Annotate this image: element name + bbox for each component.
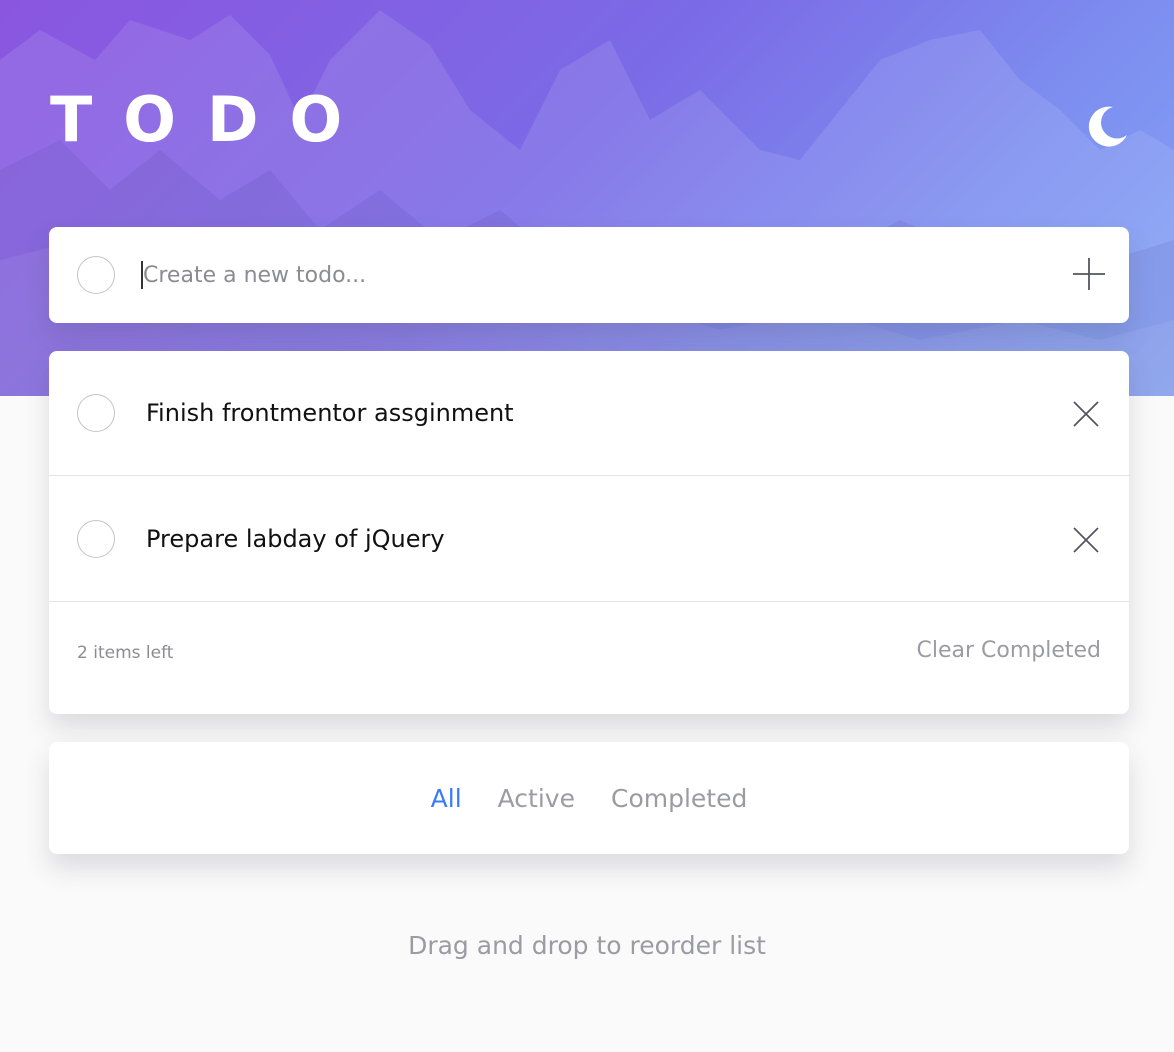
theme-toggle-button[interactable] <box>1083 102 1129 148</box>
new-todo-checkbox[interactable] <box>77 256 115 294</box>
todo-item[interactable]: Finish frontmentor assginment <box>49 351 1129 476</box>
text-caret <box>141 261 143 289</box>
filter-bar: All Active Completed <box>49 742 1129 854</box>
todo-checkbox[interactable] <box>77 394 115 432</box>
todo-item[interactable]: Prepare labday of jQuery <box>49 477 1129 602</box>
filter-tab-all[interactable]: All <box>431 784 462 813</box>
clear-completed-button[interactable]: Clear Completed <box>916 638 1101 663</box>
filter-tab-active[interactable]: Active <box>498 784 575 813</box>
todo-list: Finish frontmentor assginment Prepare la… <box>49 351 1129 714</box>
filter-tabs: All Active Completed <box>49 742 1129 854</box>
close-icon <box>1073 401 1099 427</box>
delete-todo-button[interactable] <box>1070 524 1102 556</box>
new-todo-input[interactable] <box>141 251 1021 299</box>
todo-text: Finish frontmentor assginment <box>146 399 514 427</box>
header-background <box>0 0 1174 396</box>
filter-tab-completed[interactable]: Completed <box>611 784 747 813</box>
add-todo-button[interactable] <box>1071 256 1107 292</box>
app-title: TODO <box>50 83 374 156</box>
close-icon <box>1073 527 1099 553</box>
plus-icon <box>1073 258 1105 290</box>
new-todo-card <box>49 227 1129 323</box>
items-left-count: 2 items left <box>77 643 174 663</box>
moon-icon <box>1088 106 1127 147</box>
drag-drop-hint: Drag and drop to reorder list <box>408 931 766 960</box>
delete-todo-button[interactable] <box>1070 398 1102 430</box>
todo-checkbox[interactable] <box>77 520 115 558</box>
todo-text: Prepare labday of jQuery <box>146 525 445 553</box>
mountain-background-image <box>0 10 1174 396</box>
